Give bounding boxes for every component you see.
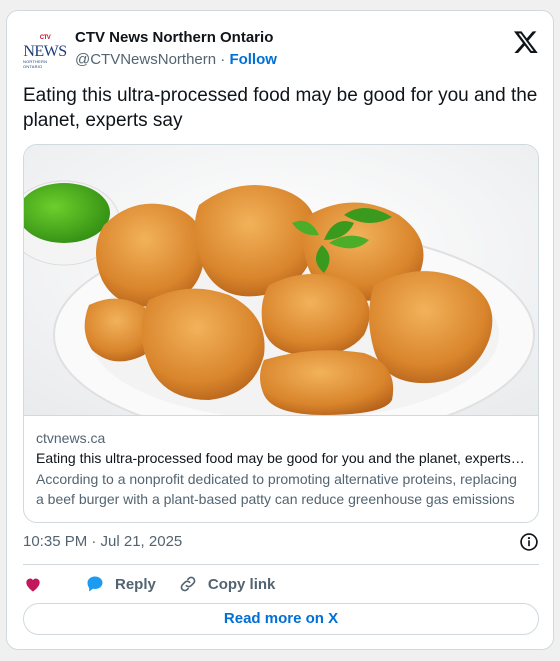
separator-dot: · [220, 51, 226, 68]
handle-line: @CTVNewsNorthern · Follow [75, 51, 277, 68]
x-logo-icon[interactable] [513, 29, 539, 55]
logo-sub-text: NORTHERN ONTARIO [23, 59, 48, 69]
link-description: According to a nonprofit dedicated to pr… [36, 471, 517, 507]
link-preview-image[interactable] [24, 145, 538, 415]
display-name[interactable]: CTV News Northern Ontario [75, 29, 273, 46]
copy-link-button[interactable]: Copy link [178, 574, 276, 594]
ctv-news-logo: CTV NEWS [23, 31, 67, 60]
tweet-header: CTV NEWS NORTHERN ONTARIO CTV News North… [23, 27, 539, 73]
link-domain: ctvnews.ca [36, 430, 106, 446]
tweet-embed-card: CTV NEWS NORTHERN ONTARIO CTV News North… [6, 10, 554, 650]
like-button[interactable] [23, 574, 53, 594]
link-icon [180, 576, 196, 592]
reply-bubble-icon [87, 576, 103, 592]
copy-link-label: Copy link [207, 575, 276, 593]
read-more-button[interactable]: Read more on X [23, 603, 539, 635]
info-icon[interactable] [519, 532, 539, 552]
tweet-timestamp[interactable]: 10:35 PM · Jul 21, 2025 [23, 533, 182, 550]
avatar[interactable]: CTV NEWS NORTHERN ONTARIO [23, 31, 67, 69]
reply-button[interactable]: Reply [85, 574, 156, 594]
link-title[interactable]: Eating this ultra-processed food may be … [36, 448, 528, 469]
tweet-text: Eating this ultra-processed food may be … [23, 85, 538, 131]
chicken-nuggets-photo-icon [24, 145, 538, 415]
link-meta: ctvnews.ca Eating this ultra-processed f… [24, 415, 538, 522]
account-handle[interactable]: @CTVNewsNorthern [75, 51, 216, 68]
link-preview-card[interactable]: ctvnews.ca Eating this ultra-processed f… [23, 144, 539, 523]
timestamp-row: 10:35 PM · Jul 21, 2025 [23, 531, 539, 553]
heart-icon [26, 578, 40, 592]
divider [23, 564, 539, 565]
logo-news-text: NEWS [23, 43, 67, 60]
follow-button[interactable]: Follow [229, 51, 277, 68]
reply-label: Reply [115, 575, 156, 593]
action-bar: Reply Copy link [23, 571, 539, 597]
